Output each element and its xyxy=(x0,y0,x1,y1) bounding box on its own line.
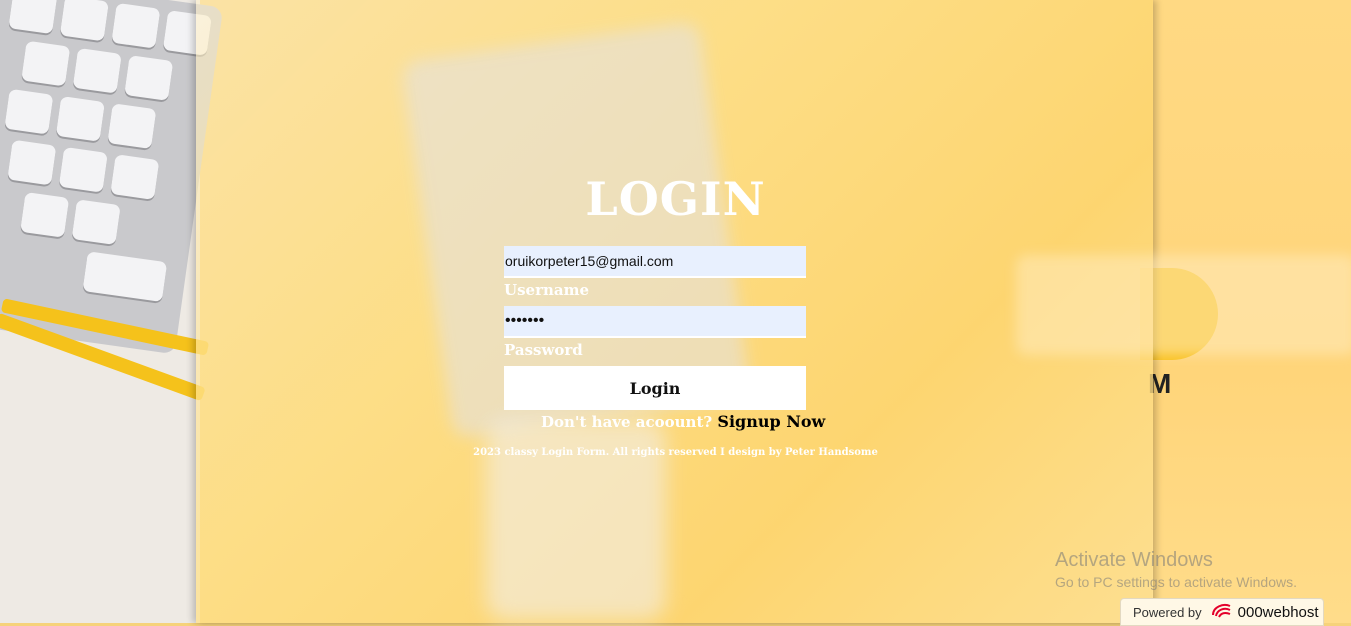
activate-windows-watermark: Activate Windows Go to PC settings to ac… xyxy=(1055,549,1297,590)
password-label: Password xyxy=(504,341,583,359)
password-input[interactable] xyxy=(504,306,806,338)
activate-windows-title: Activate Windows xyxy=(1055,549,1213,571)
powered-by-brand: 000webhost xyxy=(1237,603,1319,621)
activate-windows-subtitle: Go to PC settings to activate Windows. xyxy=(1055,574,1297,590)
background-desk xyxy=(0,0,224,623)
000webhost-logo-icon xyxy=(1210,601,1234,624)
username-input[interactable] xyxy=(504,246,806,278)
signup-line: Don't have acoount? Signup Now xyxy=(541,412,825,431)
powered-by-label: Powered by xyxy=(1133,604,1202,620)
footer-copyright: 2023 classy Login Form. All rights reser… xyxy=(473,447,878,458)
signup-prompt: Don't have acoount? xyxy=(541,413,713,431)
powered-by-badge[interactable]: Powered by 000webhost xyxy=(1120,598,1324,626)
blurred-banner xyxy=(1016,255,1351,355)
signup-link[interactable]: Signup Now xyxy=(717,412,825,431)
login-title: LOGIN xyxy=(585,172,766,226)
username-label: Username xyxy=(504,281,590,299)
login-button[interactable]: Login xyxy=(504,366,806,410)
